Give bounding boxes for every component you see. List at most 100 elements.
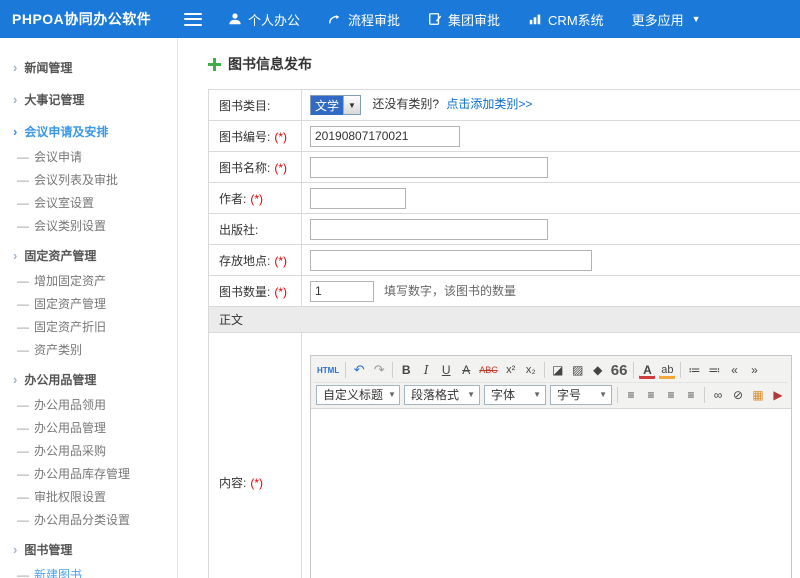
sidebar-item-asset-manage[interactable]: —固定资产管理 — [0, 293, 177, 316]
outdent-button[interactable]: « — [725, 360, 743, 380]
publisher-input[interactable] — [310, 219, 548, 240]
add-category-link[interactable]: 点击添加类别>> — [446, 97, 532, 111]
subscript-button[interactable]: x₂ — [522, 360, 540, 380]
eraser-button[interactable]: ◪ — [549, 360, 567, 380]
sidebar-item-new-book[interactable]: —新建图书 — [0, 564, 177, 578]
sidebar-item-supply-category[interactable]: —办公用品分类设置 — [0, 509, 177, 532]
bold-button[interactable]: B — [397, 360, 415, 380]
dash-prefix: — — [17, 343, 29, 357]
sidebar-section-label: 会议申请及安排 — [24, 125, 108, 139]
dash-prefix: — — [17, 173, 29, 187]
sidebar-section-fixed-assets[interactable]: ›固定资产管理 — [0, 242, 177, 270]
italic-button[interactable]: I — [417, 360, 435, 380]
sidebar-section-meetings[interactable]: ›会议申请及安排 — [0, 118, 177, 146]
font-family-dropdown[interactable]: 字体 ▼ — [484, 385, 546, 405]
app-logo: PHPOA协同办公软件 — [0, 9, 176, 29]
nav-group-approval[interactable]: 集团审批 — [428, 10, 500, 29]
form-row-location: 存放地点:(*) — [209, 245, 800, 276]
user-icon — [228, 12, 242, 26]
sidebar-item-meeting-room[interactable]: —会议室设置 — [0, 192, 177, 215]
insert-code-button[interactable]: ◆ — [589, 360, 607, 380]
justify-button[interactable]: ≡ — [682, 385, 700, 405]
sidebar-item-label: 审批权限设置 — [34, 490, 106, 504]
align-right-button[interactable]: ≡ — [662, 385, 680, 405]
sidebar-item-approval-permission[interactable]: —审批权限设置 — [0, 486, 177, 509]
sidebar-section-news[interactable]: ›新闻管理 — [0, 54, 177, 82]
nav-process-approval[interactable]: 流程审批 — [328, 10, 400, 29]
sidebar-section-office-supplies[interactable]: ›办公用品管理 — [0, 366, 177, 394]
category-select[interactable]: 文学 ▼ — [310, 95, 361, 115]
font-size-dropdown[interactable]: 字号▼ — [550, 385, 612, 405]
paragraph-format-dropdown[interactable]: 段落格式▼ — [404, 385, 480, 405]
sidebar-item-label: 办公用品库存管理 — [34, 467, 130, 481]
author-input[interactable] — [310, 188, 406, 209]
strikethrough-button[interactable]: A — [457, 360, 475, 380]
superscript-button[interactable]: x² — [502, 360, 520, 380]
sidebar-section-events[interactable]: ›大事记管理 — [0, 86, 177, 114]
sidebar-item-label: 会议列表及审批 — [34, 173, 118, 187]
font-color-button[interactable]: A — [638, 360, 656, 380]
field-label: 出版社: — [219, 223, 258, 237]
undo-button[interactable]: ↶ — [350, 360, 368, 380]
nav-more-apps[interactable]: 更多应用 ▼ — [632, 10, 701, 29]
source-code-button[interactable]: HTML — [315, 360, 341, 380]
sidebar-item-meeting-list[interactable]: — 会议列表及审批 — [0, 169, 177, 192]
align-left-button[interactable]: ≡ — [622, 385, 640, 405]
page-title: 图书信息发布 — [228, 54, 312, 74]
dash-prefix: — — [17, 219, 29, 233]
insert-image-button[interactable]: ▦ — [749, 385, 767, 405]
format-brush-button[interactable]: ▨ — [569, 360, 587, 380]
editor-toolbar-row2: 自定义标题▼ 段落格式▼ 字体▼ 字号▼ ≡ ≡ ≡ ≡ ∞ — [314, 382, 788, 406]
sidebar-item-label: 会议室设置 — [34, 196, 94, 210]
redo-button[interactable]: ↷ — [370, 360, 388, 380]
sidebar-section-books[interactable]: ›图书管理 — [0, 536, 177, 564]
toolbar-separator — [617, 387, 618, 403]
custom-title-dropdown[interactable]: 自定义标题▼ — [316, 385, 400, 405]
required-mark: (*) — [274, 254, 287, 268]
sidebar-item-supply-inventory[interactable]: — 办公用品库存管理 — [0, 463, 177, 486]
link-button[interactable]: ∞ — [709, 385, 727, 405]
nav-personal-office[interactable]: 个人办公 — [228, 10, 300, 29]
blockquote-button[interactable]: 66 — [609, 360, 630, 380]
sidebar-item-label: 办公用品采购 — [34, 444, 106, 458]
sidebar-item-asset-add[interactable]: —增加固定资产 — [0, 270, 177, 293]
editor-toolbar: HTML ↶ ↷ B I U A ABC x² — [311, 356, 791, 409]
chevron-down-icon: ▼ — [599, 390, 607, 399]
editor-content-area[interactable] — [311, 409, 791, 578]
dash-prefix: — — [17, 467, 29, 481]
nav-label: 更多应用 — [632, 10, 684, 29]
highlight-color-button[interactable]: ab — [658, 360, 676, 380]
sidebar-item-asset-depreciation[interactable]: —固定资产折旧 — [0, 316, 177, 339]
bar-chart-icon — [528, 12, 542, 26]
rich-text-editor: HTML ↶ ↷ B I U A ABC x² — [310, 355, 792, 578]
dropdown-label: 自定义标题 — [323, 386, 383, 403]
unordered-list-button[interactable]: ≔ — [685, 360, 703, 380]
chevron-down-icon: ▼ — [533, 390, 541, 399]
sidebar-item-supply-claim[interactable]: —办公用品领用 — [0, 394, 177, 417]
nav-label: 个人办公 — [248, 10, 300, 29]
sidebar-section-label: 办公用品管理 — [24, 373, 96, 387]
sidebar-item-meeting-category[interactable]: —会议类别设置 — [0, 215, 177, 238]
field-label: 内容: — [219, 476, 246, 490]
indent-button[interactable]: » — [745, 360, 763, 380]
sidebar-item-supply-purchase[interactable]: —办公用品采购 — [0, 440, 177, 463]
ordered-list-button[interactable]: ≕ — [705, 360, 723, 380]
sidebar-item-supply-manage[interactable]: —办公用品管理 — [0, 417, 177, 440]
hamburger-menu-icon[interactable] — [184, 13, 202, 26]
chevron-right-icon: › — [13, 60, 17, 75]
book-number-input[interactable] — [310, 126, 460, 147]
quantity-input[interactable] — [310, 281, 374, 302]
underline-button[interactable]: U — [437, 360, 455, 380]
unlink-button[interactable]: ⊘ — [729, 385, 747, 405]
sidebar-section-label: 图书管理 — [24, 543, 72, 557]
book-name-input[interactable] — [310, 157, 548, 178]
align-center-button[interactable]: ≡ — [642, 385, 660, 405]
remove-format-button[interactable]: ABC — [477, 360, 500, 380]
nav-crm-system[interactable]: CRM系统 — [528, 10, 604, 29]
insert-media-button[interactable]: ▶ — [769, 385, 787, 405]
sidebar-item-meeting-apply[interactable]: —会议申请 — [0, 146, 177, 169]
field-label: 图书数量: — [219, 285, 270, 299]
location-input[interactable] — [310, 250, 592, 271]
sidebar-item-asset-category[interactable]: —资产类别 — [0, 339, 177, 362]
dropdown-label: 字体 — [491, 386, 515, 403]
